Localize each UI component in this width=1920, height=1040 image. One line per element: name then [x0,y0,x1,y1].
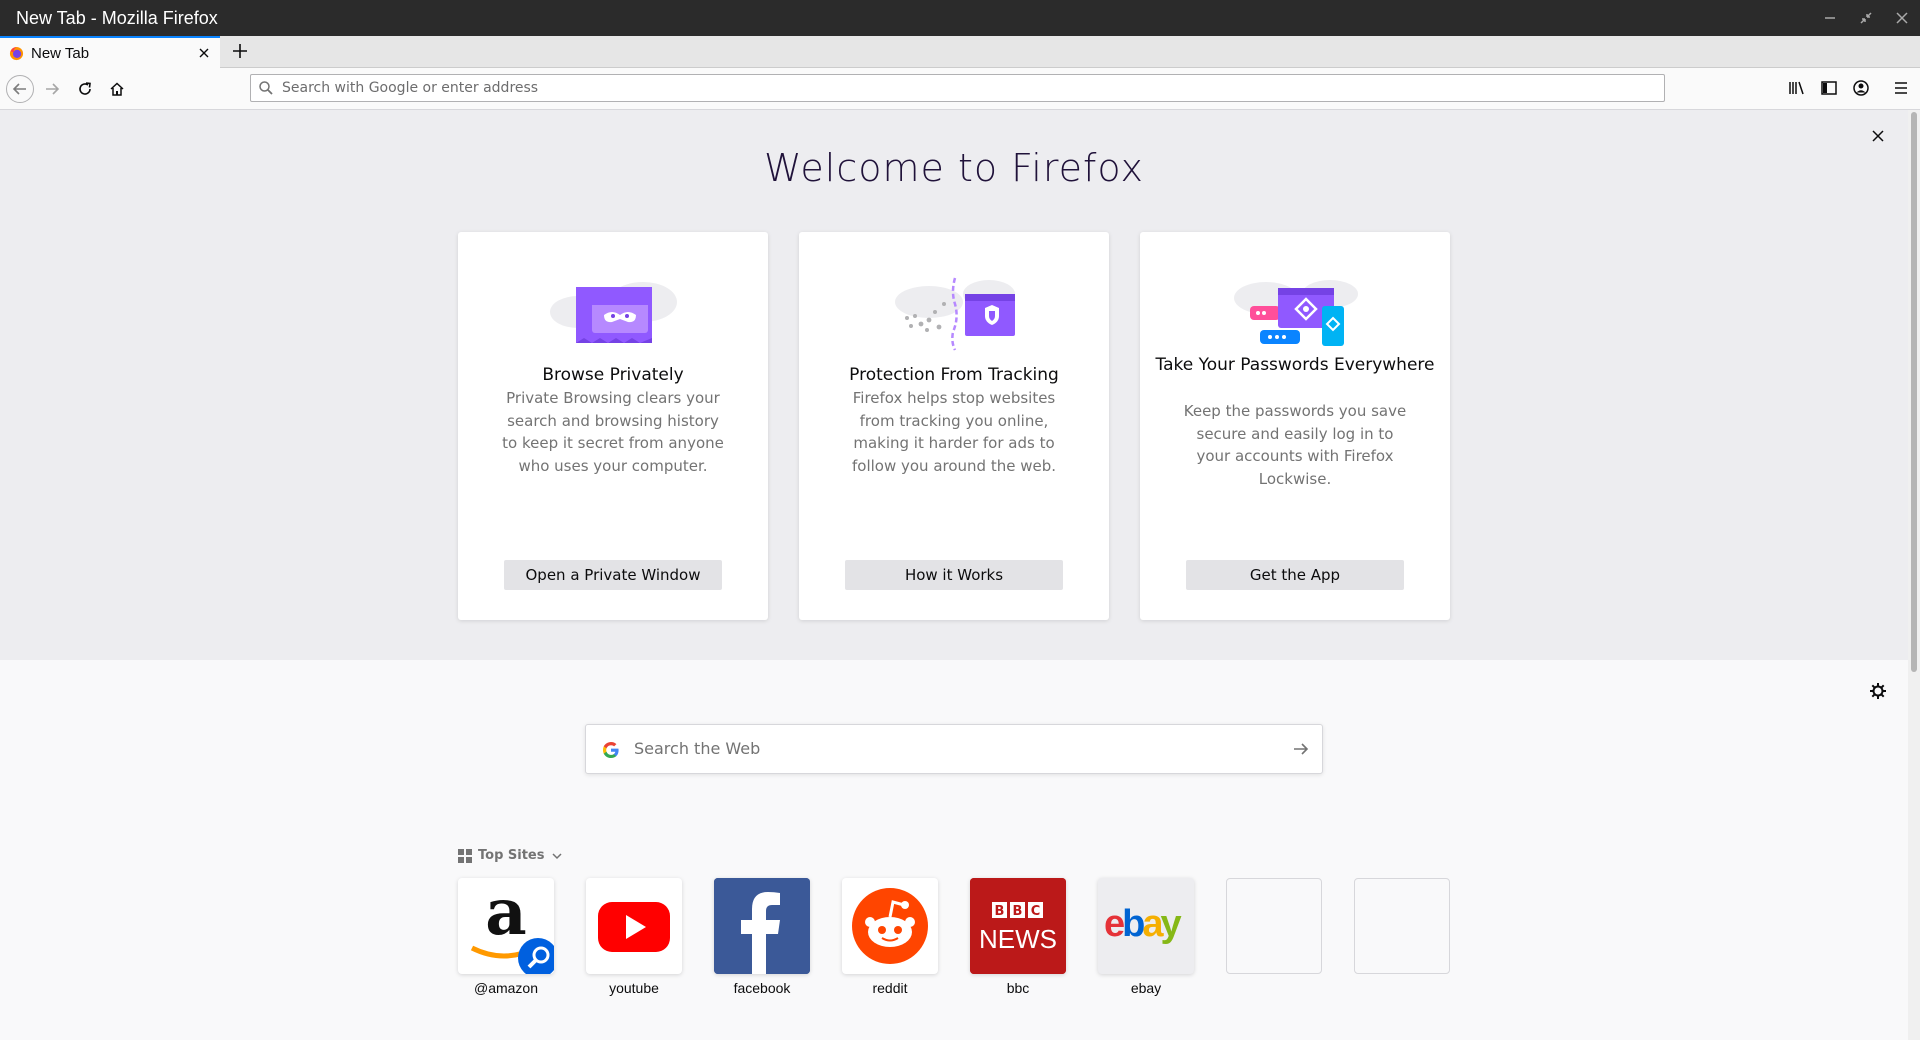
library-button[interactable] [1788,79,1806,101]
top-sites-label: Top Sites [478,848,545,863]
svg-text:NEWS: NEWS [979,924,1057,954]
top-site-empty-slot[interactable] [1226,878,1322,974]
card-browse-privately: Browse Privately Private Browsing clears… [458,232,768,620]
top-site-youtube[interactable]: youtube [586,878,682,996]
close-tab-icon[interactable] [196,45,212,65]
top-sites-grid-icon [458,848,472,863]
restore-icon[interactable] [1858,10,1874,26]
card-passwords-everywhere: Take Your Passwords Everywhere Keep the … [1140,232,1450,620]
top-site-empty-slot[interactable] [1354,878,1450,974]
close-window-icon[interactable] [1894,10,1910,26]
card-title: Protection From Tracking [849,365,1059,385]
forward-arrow-icon [46,83,60,95]
new-tab-button[interactable] [231,42,249,64]
top-site-label: youtube [609,980,659,996]
firefox-icon [9,46,24,60]
tracking-protection-illustration [799,272,1109,352]
top-site-label: bbc [1006,980,1030,996]
dismiss-welcome-icon[interactable] [1870,128,1886,148]
card-description: Firefox helps stop websites from trackin… [851,389,1057,475]
page-scrollbar[interactable] [1908,110,1920,1040]
svg-text:C: C [1031,904,1041,919]
private-browsing-illustration [458,272,768,352]
search-icon [259,81,273,95]
scrollbar-thumb[interactable] [1911,112,1917,672]
window-titlebar: New Tab - Mozilla Firefox [0,0,1920,36]
bbc-news-logo: B B C NEWS [970,878,1066,974]
svg-text:B: B [995,904,1005,919]
card-title: Browse Privately [542,365,684,385]
svg-text:a: a [485,878,526,950]
svg-text:B: B [1013,904,1023,919]
top-site-ebay[interactable]: ebay ebay [1098,878,1194,996]
web-search-box[interactable]: Search the Web [585,724,1323,774]
window-title: New Tab - Mozilla Firefox [16,7,218,28]
search-placeholder: Search the Web [634,739,761,758]
top-site-label: ebay [1130,980,1162,996]
amazon-logo: a [458,878,554,974]
top-site-label: @amazon [473,980,539,996]
top-site-facebook[interactable]: facebook [714,878,810,996]
facebook-logo [714,878,810,974]
card-description: Private Browsing clears your search and … [502,389,724,475]
empty-tile [1354,878,1450,974]
ebay-logo: ebay [1098,878,1194,974]
tab-label: New Tab [31,44,90,62]
card-protection-from-tracking: Protection From Tracking Firefox helps s… [799,232,1109,620]
back-arrow-icon [12,83,26,95]
account-icon [1853,80,1869,96]
empty-tile [1226,878,1322,974]
sidebar-icon [1821,81,1837,95]
menu-button[interactable] [1892,79,1910,101]
top-site-amazon[interactable]: a @amazon [458,878,554,996]
reddit-logo [842,878,938,974]
welcome-panel: Welcome to Firefox Browse Privately Priv [0,110,1908,660]
google-icon [603,742,619,758]
sidebar-button[interactable] [1820,79,1838,101]
address-bar[interactable]: Search with Google or enter address [250,74,1665,102]
window-controls [1822,0,1910,36]
youtube-logo [586,878,682,974]
top-site-label: facebook [733,980,791,996]
chevron-down-icon [551,852,562,859]
top-site-reddit[interactable]: reddit [842,878,938,996]
account-button[interactable] [1852,79,1870,101]
personalize-gear-icon[interactable] [1869,682,1904,704]
home-icon [110,82,124,96]
tab-strip: New Tab [0,36,1920,68]
card-title: Take Your Passwords Everywhere [1155,355,1435,375]
navigation-toolbar: Search with Google or enter address [0,68,1920,110]
back-button[interactable] [6,75,34,103]
tab-new-tab[interactable]: New Tab [0,36,220,68]
library-icon [1789,81,1804,95]
lockwise-illustration [1140,272,1450,352]
top-sites-header[interactable]: Top Sites [458,848,563,863]
hamburger-menu-icon [1895,82,1907,94]
svg-text:ebay: ebay [1104,903,1182,945]
how-it-works-button[interactable]: How it Works [845,560,1063,590]
minimize-icon[interactable] [1822,10,1838,26]
reload-icon [79,82,91,95]
forward-button[interactable] [38,75,66,103]
open-private-window-button[interactable]: Open a Private Window [504,560,722,590]
top-site-label: reddit [872,980,908,996]
card-description: Keep the passwords you save secure and e… [1183,402,1407,488]
welcome-heading: Welcome to Firefox [764,146,1144,190]
search-go-arrow-icon[interactable] [1292,740,1310,758]
home-button[interactable] [103,75,131,103]
top-site-bbc[interactable]: B B C NEWS bbc [970,878,1066,996]
new-tab-page: Welcome to Firefox Browse Privately Priv [0,110,1908,1040]
get-the-app-button[interactable]: Get the App [1186,560,1404,590]
address-bar-placeholder: Search with Google or enter address [282,80,539,96]
reload-button[interactable] [71,75,99,103]
